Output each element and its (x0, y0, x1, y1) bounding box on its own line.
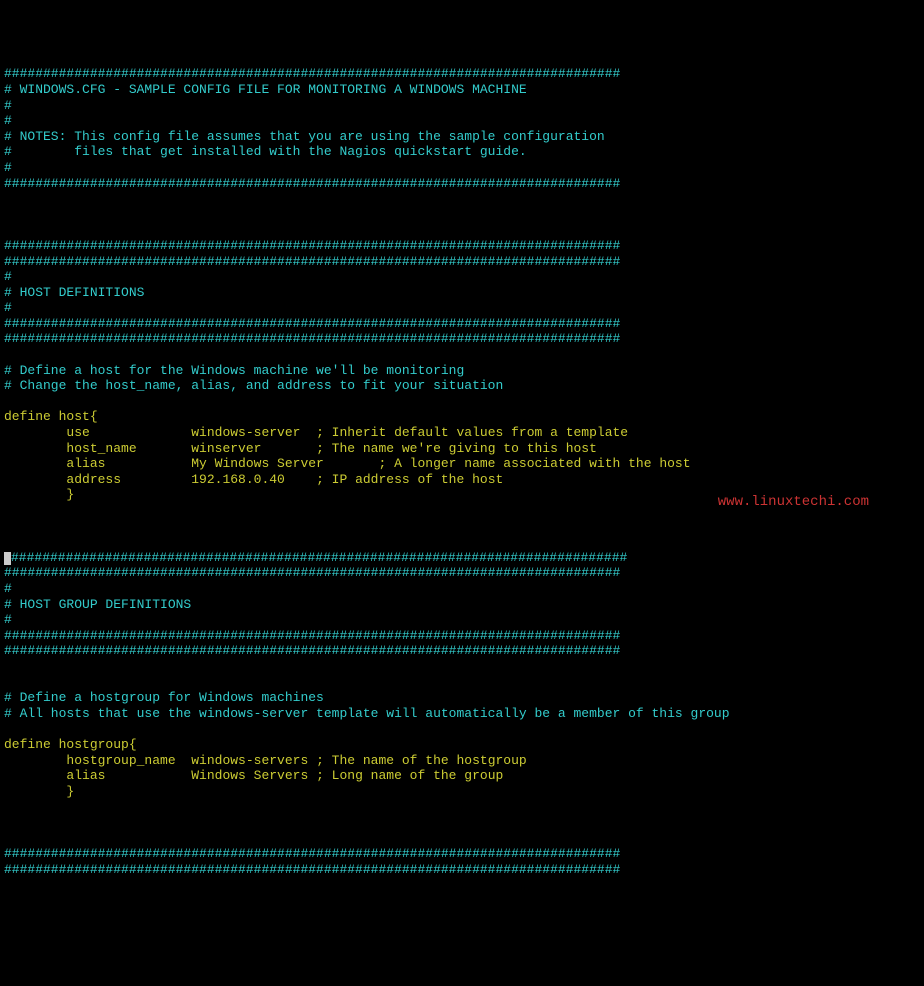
host-address-comment: ; IP address of the host (316, 472, 503, 487)
comment-line: ########################################… (4, 846, 620, 861)
host-alias-key: alias (4, 456, 191, 471)
comment-line: # (4, 300, 12, 315)
comment-line: ########################################… (4, 254, 620, 269)
comment-line: ########################################… (4, 316, 620, 331)
comment-line: # Define a hostgroup for Windows machine… (4, 690, 324, 705)
comment-line: # (4, 581, 12, 596)
comment-line: # NOTES: This config file assumes that y… (4, 129, 605, 144)
define-host-close: } (4, 487, 74, 502)
host-name-value: winserver (191, 441, 316, 456)
comment-line: # (4, 113, 12, 128)
comment-line: # HOST DEFINITIONS (4, 285, 144, 300)
comment-line: # (4, 160, 12, 175)
comment-line: ########################################… (4, 565, 620, 580)
comment-line: # All hosts that use the windows-server … (4, 706, 730, 721)
host-alias-comment: ; A longer name associated with the host (378, 456, 690, 471)
host-address-key: address (4, 472, 191, 487)
host-name-key: host_name (4, 441, 191, 456)
comment-line: ########################################… (4, 176, 620, 191)
comment-line: ########################################… (4, 628, 620, 643)
comment-line: # (4, 269, 12, 284)
hostgroup-alias-value: Windows Servers (191, 768, 316, 783)
hostgroup-name-comment: ; The name of the hostgroup (316, 753, 527, 768)
hostgroup-alias-key: alias (4, 768, 191, 783)
comment-line: # files that get installed with the Nagi… (4, 144, 527, 159)
host-alias-value: My Windows Server (191, 456, 378, 471)
host-address-value: 192.168.0.40 (191, 472, 316, 487)
comment-line: # (4, 612, 12, 627)
define-hostgroup-open: define hostgroup{ (4, 737, 137, 752)
define-host-open: define host{ (4, 409, 98, 424)
comment-line: ########################################… (4, 331, 620, 346)
comment-line: ########################################… (11, 550, 627, 565)
host-use-comment: ; Inherit default values from a template (316, 425, 628, 440)
comment-line: ########################################… (4, 66, 620, 81)
define-hostgroup-close: } (4, 784, 74, 799)
cursor (4, 552, 11, 565)
hostgroup-name-value: windows-servers (191, 753, 316, 768)
host-use-value: windows-server (191, 425, 316, 440)
comment-line: ########################################… (4, 238, 620, 253)
comment-line: # Define a host for the Windows machine … (4, 363, 464, 378)
comment-line: # Change the host_name, alias, and addre… (4, 378, 503, 393)
comment-line: # (4, 98, 12, 113)
host-use-key: use (4, 425, 191, 440)
host-name-comment: ; The name we're giving to this host (316, 441, 597, 456)
comment-line: ########################################… (4, 643, 620, 658)
comment-line: ########################################… (4, 862, 620, 877)
comment-line: # HOST GROUP DEFINITIONS (4, 597, 191, 612)
hostgroup-name-key: hostgroup_name (4, 753, 191, 768)
watermark-text: www.linuxtechi.com (718, 494, 869, 511)
terminal-content: ########################################… (4, 66, 920, 877)
hostgroup-alias-comment: ; Long name of the group (316, 768, 503, 783)
comment-line: # WINDOWS.CFG - SAMPLE CONFIG FILE FOR M… (4, 82, 527, 97)
